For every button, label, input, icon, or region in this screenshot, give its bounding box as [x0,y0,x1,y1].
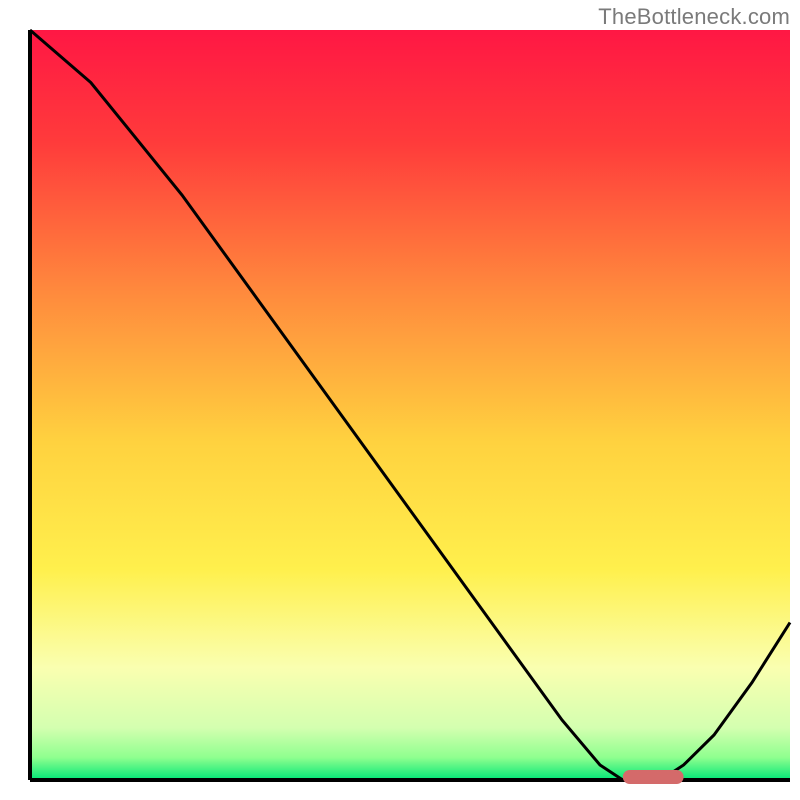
watermark-text: TheBottleneck.com [598,4,790,30]
plot-area [30,30,790,784]
chart-container: TheBottleneck.com [0,0,800,800]
gradient-background [30,30,790,780]
bottleneck-chart [0,0,800,800]
optimal-range-marker [623,770,684,784]
